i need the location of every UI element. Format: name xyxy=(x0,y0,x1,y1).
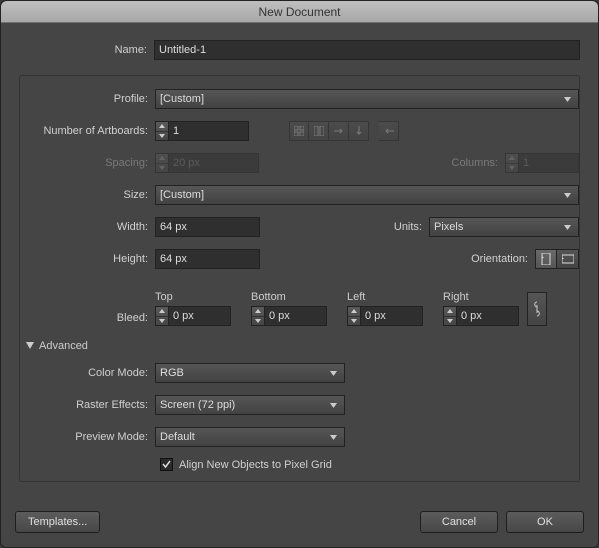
units-select[interactable]: Pixels xyxy=(429,217,579,237)
raster-value: Screen (72 ppi) xyxy=(160,399,235,411)
units-value: Pixels xyxy=(434,221,463,233)
profile-value: [Custom] xyxy=(160,93,204,105)
bleed-top-label: Top xyxy=(155,291,231,303)
spinner-up-icon[interactable] xyxy=(156,122,168,132)
portrait-icon xyxy=(541,253,551,265)
checkmark-icon xyxy=(162,460,171,469)
profile-select[interactable]: [Custom] xyxy=(155,89,579,109)
advanced-header[interactable]: Advanced xyxy=(26,340,579,352)
titlebar: New Document xyxy=(1,1,598,23)
bleed-left-stepper[interactable] xyxy=(347,306,423,326)
artboard-arrange-group xyxy=(289,121,399,141)
chevron-down-icon xyxy=(560,97,574,102)
artboards-spinner[interactable] xyxy=(155,121,169,141)
bleed-bottom-spinner[interactable] xyxy=(251,306,265,326)
orientation-group xyxy=(535,249,579,269)
artboards-label: Number of Artboards: xyxy=(20,125,155,137)
profile-label: Profile: xyxy=(20,93,155,105)
new-document-dialog: New Document Name: Profile: [Custom] Num… xyxy=(0,0,599,548)
preview-label: Preview Mode: xyxy=(20,431,155,443)
chevron-down-icon xyxy=(326,403,340,408)
arrange-row-icon[interactable] xyxy=(329,121,349,141)
spacing-spinner xyxy=(155,153,169,173)
window-title: New Document xyxy=(258,5,340,19)
size-select[interactable]: [Custom] xyxy=(155,185,579,205)
columns-label: Columns: xyxy=(452,157,505,169)
columns-input xyxy=(519,153,579,173)
columns-stepper xyxy=(505,153,579,173)
spacing-input xyxy=(169,153,259,173)
color-mode-select[interactable]: RGB xyxy=(155,363,345,383)
orientation-label: Orientation: xyxy=(455,253,535,265)
name-input[interactable] xyxy=(154,40,580,60)
bleed-bottom-stepper[interactable] xyxy=(251,306,327,326)
chevron-down-icon xyxy=(326,371,340,376)
spacing-stepper xyxy=(155,153,259,173)
spinner-up-icon xyxy=(506,154,518,164)
spinner-down-icon xyxy=(156,164,168,173)
width-label: Width: xyxy=(20,221,155,233)
chevron-down-icon xyxy=(560,193,574,198)
color-mode-value: RGB xyxy=(160,367,184,379)
artboards-input[interactable] xyxy=(169,121,249,141)
orientation-portrait-button[interactable] xyxy=(535,249,557,269)
height-label: Height: xyxy=(20,253,155,265)
disclosure-triangle-icon xyxy=(26,342,34,350)
bleed-right-spinner[interactable] xyxy=(443,306,457,326)
advanced-label: Advanced xyxy=(39,340,88,352)
bleed-left-input[interactable] xyxy=(361,306,423,326)
name-label: Name: xyxy=(19,44,154,56)
preview-value: Default xyxy=(160,431,195,443)
bleed-right-label: Right xyxy=(443,291,519,303)
align-pixel-grid-checkbox[interactable] xyxy=(160,458,173,471)
bleed-link-button[interactable] xyxy=(527,292,547,326)
bleed-left-label: Left xyxy=(347,291,423,303)
bleed-bottom-label: Bottom xyxy=(251,291,327,303)
bleed-top-input[interactable] xyxy=(169,306,231,326)
align-pixel-grid-label: Align New Objects to Pixel Grid xyxy=(179,459,332,471)
arrange-grid-col-icon[interactable] xyxy=(309,121,329,141)
ok-button[interactable]: OK xyxy=(506,511,584,533)
artboards-stepper[interactable] xyxy=(155,121,249,141)
chevron-down-icon xyxy=(560,225,574,230)
chevron-down-icon xyxy=(326,435,340,440)
bleed-right-input[interactable] xyxy=(457,306,519,326)
bleed-top-stepper[interactable] xyxy=(155,306,231,326)
orientation-landscape-button[interactable] xyxy=(557,249,579,269)
bleed-left-spinner[interactable] xyxy=(347,306,361,326)
raster-select[interactable]: Screen (72 ppi) xyxy=(155,395,345,415)
spinner-down-icon[interactable] xyxy=(156,132,168,141)
width-input[interactable] xyxy=(155,217,260,237)
preview-select[interactable]: Default xyxy=(155,427,345,447)
bleed-top-spinner[interactable] xyxy=(155,306,169,326)
main-group: Profile: [Custom] Number of Artboards: xyxy=(19,75,580,482)
dialog-content: Name: Profile: [Custom] Number of Artboa… xyxy=(1,23,598,511)
spacing-label: Spacing: xyxy=(20,157,155,169)
raster-label: Raster Effects: xyxy=(20,399,155,411)
bleed-right-stepper[interactable] xyxy=(443,306,519,326)
templates-button[interactable]: Templates... xyxy=(15,511,100,533)
link-icon xyxy=(532,300,542,318)
size-label: Size: xyxy=(20,189,155,201)
columns-spinner xyxy=(505,153,519,173)
bleed-label: Bleed: xyxy=(20,312,155,324)
size-value: [Custom] xyxy=(160,189,204,201)
cancel-button[interactable]: Cancel xyxy=(420,511,498,533)
units-label: Units: xyxy=(379,221,429,233)
dialog-footer: Templates... Cancel OK xyxy=(1,511,598,547)
arrange-col-icon[interactable] xyxy=(349,121,369,141)
spinner-up-icon xyxy=(156,154,168,164)
bleed-bottom-input[interactable] xyxy=(265,306,327,326)
landscape-icon xyxy=(562,254,574,264)
spinner-down-icon xyxy=(506,164,518,173)
arrange-rtl-icon[interactable] xyxy=(379,121,399,141)
arrange-grid-row-icon[interactable] xyxy=(289,121,309,141)
height-input[interactable] xyxy=(155,249,260,269)
color-mode-label: Color Mode: xyxy=(20,367,155,379)
